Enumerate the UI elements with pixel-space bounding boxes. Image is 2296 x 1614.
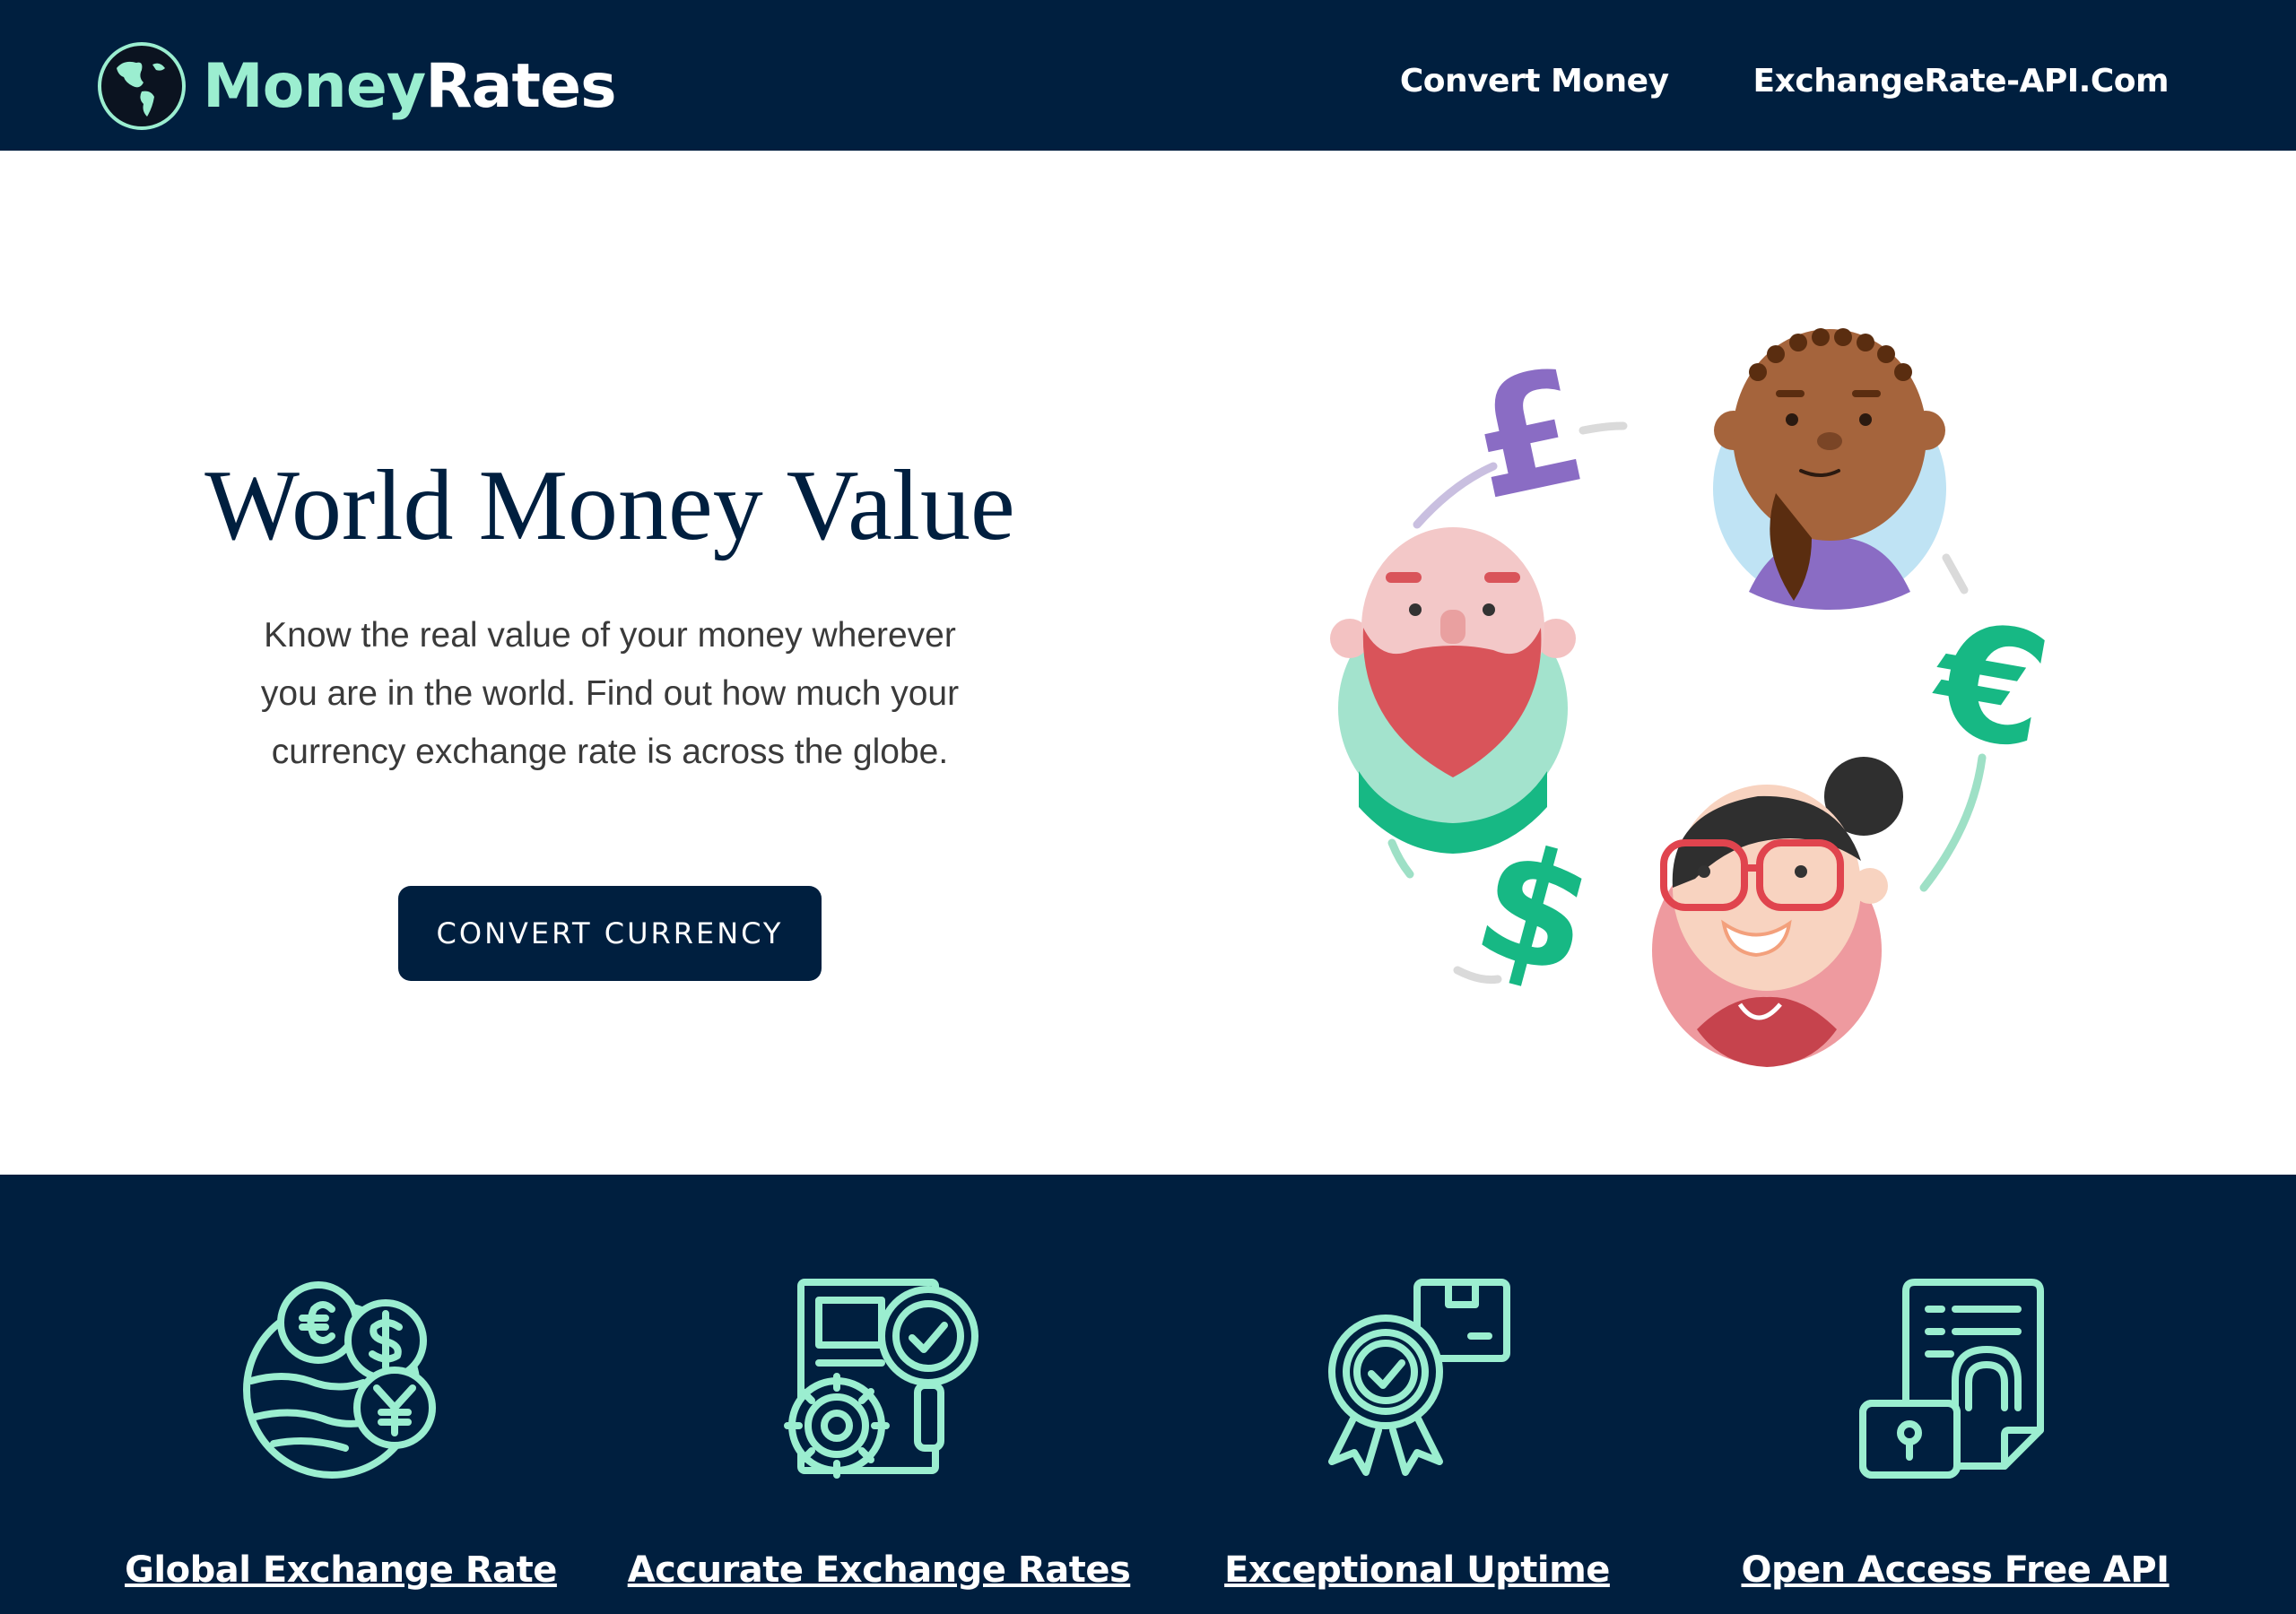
brand-name-money: Money [203,50,426,122]
document-magnifier-icon [784,1279,978,1479]
feature-exceptional-uptime: Exceptional Uptime [1148,1273,1686,1591]
avatar-woman-braids [1713,328,1946,610]
feature-link-open-access-free-api[interactable]: Open Access Free API [1686,1549,2224,1591]
avatar-bearded-man [1330,527,1576,854]
feature-accurate-exchange-rates: Accurate Exchange Rates [610,1273,1148,1591]
globe-icon [98,42,186,130]
brand-name: MoneyRates [203,50,617,122]
avatar-woman-glasses [1652,757,1903,1067]
nav-exchangerate-api[interactable]: ExchangeRate-API.Com [1753,63,2170,100]
currency-exchange-illustration: £ € $ [1330,328,2061,1067]
feature-open-access-free-api: Open Access Free API [1686,1273,2224,1591]
convert-currency-button[interactable]: CONVERT CURRENCY [398,886,822,981]
hero-description: Know the real value of your money wherev… [260,616,960,771]
award-badge-icon [1328,1279,1510,1476]
brand-logo-link[interactable]: MoneyRates [97,41,617,131]
document-lock-icon [1859,1279,2044,1479]
hero-title: World Money Value [204,450,1015,561]
feature-global-exchange-rate: Global Exchange Rate [72,1273,610,1591]
main-nav: Convert Money ExchangeRate-API.Com [1400,63,2170,100]
feature-link-accurate-exchange-rates[interactable]: Accurate Exchange Rates [610,1549,1148,1591]
feature-link-global-exchange-rate[interactable]: Global Exchange Rate [72,1549,610,1591]
pound-symbol-icon: £ [1456,335,1600,536]
euro-symbol-icon: € [1918,586,2061,785]
top-navbar: MoneyRates Convert Money ExchangeRate-AP… [0,0,2296,151]
feature-link-exceptional-uptime[interactable]: Exceptional Uptime [1148,1549,1686,1591]
nav-convert-money[interactable]: Convert Money [1400,63,1669,100]
brand-name-rates: Rates [425,50,616,122]
globe-currencies-icon [243,1281,436,1479]
